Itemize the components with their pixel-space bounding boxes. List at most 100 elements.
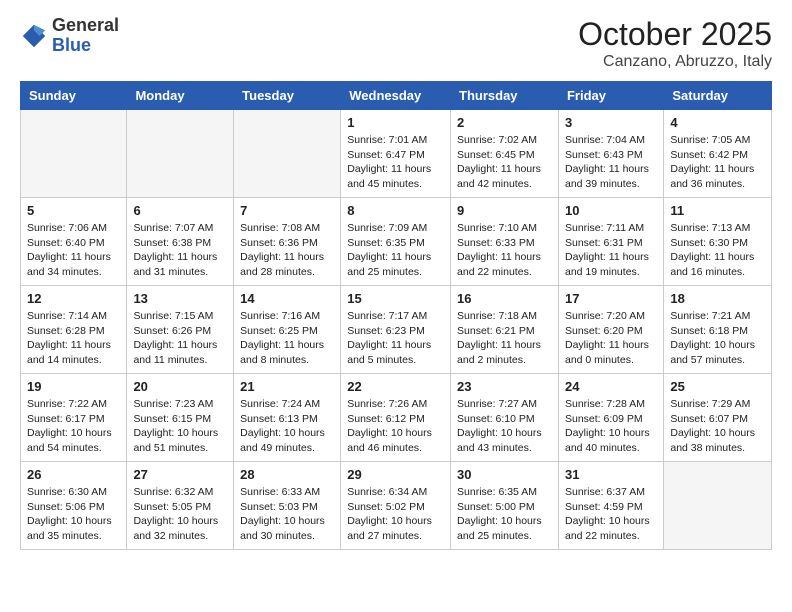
header: General Blue October 2025 Canzano, Abruz…: [20, 16, 772, 71]
calendar-cell: 20Sunrise: 7:23 AM Sunset: 6:15 PM Dayli…: [127, 374, 234, 462]
day-info: Sunrise: 6:37 AM Sunset: 4:59 PM Dayligh…: [565, 485, 657, 544]
day-number: 19: [27, 379, 120, 394]
page: General Blue October 2025 Canzano, Abruz…: [0, 0, 792, 566]
day-info: Sunrise: 7:18 AM Sunset: 6:21 PM Dayligh…: [457, 309, 552, 368]
calendar-cell: 6 Sunrise: 7:07 AM Sunset: 6:38 PM Daylig…: [127, 198, 234, 286]
day-info: Sunrise: 7:08 AM Sunset: 6:36 PM Dayligh…: [240, 221, 334, 280]
day-info: Sunrise: 7:15 AM Sunset: 6:26 PM Dayligh…: [133, 309, 227, 368]
week-row-1: 5 Sunrise: 7:06 AM Sunset: 6:40 PM Daylig…: [21, 198, 772, 286]
day-number: 25: [670, 379, 765, 394]
week-row-3: 19 Sunrise: 7:22 AM Sunset: 6:17 PM Dayli…: [21, 374, 772, 462]
col-friday: Friday: [558, 82, 663, 110]
calendar-cell: 18 Sunrise: 7:21 AM Sunset: 6:18 PM Dayli…: [664, 286, 772, 374]
day-number: 16: [457, 291, 552, 306]
day-number: 30: [457, 467, 552, 482]
calendar-table: Sunday Monday Tuesday Wednesday Thursday…: [20, 81, 772, 550]
day-info: Sunrise: 7:24 AM Sunset: 6:13 PM Dayligh…: [240, 397, 334, 456]
day-info: Sunrise: 7:22 AM Sunset: 6:17 PM Dayligh…: [27, 397, 120, 456]
calendar-cell: 1 Sunrise: 7:01 AM Sunset: 6:47 PM Daylig…: [341, 110, 451, 198]
day-number: 8: [347, 203, 444, 218]
day-number: 12: [27, 291, 120, 306]
day-number: 11: [670, 203, 765, 218]
day-number: 15: [347, 291, 444, 306]
day-number: 18: [670, 291, 765, 306]
day-info: Sunrise: 6:30 AM Sunset: 5:06 PM Dayligh…: [27, 485, 120, 544]
day-number: 31: [565, 467, 657, 482]
day-info: Sunrise: 7:14 AM Sunset: 6:28 PM Dayligh…: [27, 309, 120, 368]
logo-text: General Blue: [52, 16, 119, 56]
day-info: Sunrise: 6:32 AM Sunset: 5:05 PM Dayligh…: [133, 485, 227, 544]
calendar-cell: 31 Sunrise: 6:37 AM Sunset: 4:59 PM Dayli…: [558, 462, 663, 550]
calendar-cell: 13Sunrise: 7:15 AM Sunset: 6:26 PM Dayli…: [127, 286, 234, 374]
day-info: Sunrise: 7:10 AM Sunset: 6:33 PM Dayligh…: [457, 221, 552, 280]
day-info: Sunrise: 6:34 AM Sunset: 5:02 PM Dayligh…: [347, 485, 444, 544]
calendar-cell: 27Sunrise: 6:32 AM Sunset: 5:05 PM Dayli…: [127, 462, 234, 550]
col-thursday: Thursday: [451, 82, 559, 110]
day-info: Sunrise: 7:16 AM Sunset: 6:25 PM Dayligh…: [240, 309, 334, 368]
calendar-cell: 10 Sunrise: 7:11 AM Sunset: 6:31 PM Dayli…: [558, 198, 663, 286]
calendar-cell: [127, 110, 234, 198]
day-info: Sunrise: 7:21 AM Sunset: 6:18 PM Dayligh…: [670, 309, 765, 368]
calendar-cell: 11 Sunrise: 7:13 AM Sunset: 6:30 PM Dayli…: [664, 198, 772, 286]
day-number: 7: [240, 203, 334, 218]
calendar-cell: [234, 110, 341, 198]
calendar-cell: 9 Sunrise: 7:10 AM Sunset: 6:33 PM Daylig…: [451, 198, 559, 286]
calendar-cell: 2 Sunrise: 7:02 AM Sunset: 6:45 PM Daylig…: [451, 110, 559, 198]
logo: General Blue: [20, 16, 119, 56]
calendar-cell: 17Sunrise: 7:20 AM Sunset: 6:20 PM Dayli…: [558, 286, 663, 374]
day-info: Sunrise: 7:26 AM Sunset: 6:12 PM Dayligh…: [347, 397, 444, 456]
week-row-2: 12 Sunrise: 7:14 AM Sunset: 6:28 PM Dayli…: [21, 286, 772, 374]
calendar-cell: [21, 110, 127, 198]
calendar-cell: 26Sunrise: 6:30 AM Sunset: 5:06 PM Dayli…: [21, 462, 127, 550]
day-number: 24: [565, 379, 657, 394]
logo-general-label: General: [52, 16, 119, 36]
calendar-cell: 25 Sunrise: 7:29 AM Sunset: 6:07 PM Dayli…: [664, 374, 772, 462]
day-number: 20: [133, 379, 227, 394]
month-title: October 2025: [578, 16, 772, 53]
calendar-cell: 8 Sunrise: 7:09 AM Sunset: 6:35 PM Daylig…: [341, 198, 451, 286]
calendar-cell: 15 Sunrise: 7:17 AM Sunset: 6:23 PM Dayli…: [341, 286, 451, 374]
calendar-cell: 24 Sunrise: 7:28 AM Sunset: 6:09 PM Dayli…: [558, 374, 663, 462]
day-number: 6: [133, 203, 227, 218]
day-number: 17: [565, 291, 657, 306]
day-number: 1: [347, 115, 444, 130]
calendar-cell: 14 Sunrise: 7:16 AM Sunset: 6:25 PM Dayli…: [234, 286, 341, 374]
day-number: 10: [565, 203, 657, 218]
calendar-cell: [664, 462, 772, 550]
day-info: Sunrise: 7:06 AM Sunset: 6:40 PM Dayligh…: [27, 221, 120, 280]
day-info: Sunrise: 7:01 AM Sunset: 6:47 PM Dayligh…: [347, 133, 444, 192]
day-info: Sunrise: 7:29 AM Sunset: 6:07 PM Dayligh…: [670, 397, 765, 456]
day-number: 23: [457, 379, 552, 394]
day-number: 14: [240, 291, 334, 306]
week-row-4: 26Sunrise: 6:30 AM Sunset: 5:06 PM Dayli…: [21, 462, 772, 550]
day-number: 5: [27, 203, 120, 218]
day-number: 9: [457, 203, 552, 218]
day-info: Sunrise: 7:07 AM Sunset: 6:38 PM Dayligh…: [133, 221, 227, 280]
day-number: 3: [565, 115, 657, 130]
calendar-cell: 16 Sunrise: 7:18 AM Sunset: 6:21 PM Dayli…: [451, 286, 559, 374]
day-info: Sunrise: 7:02 AM Sunset: 6:45 PM Dayligh…: [457, 133, 552, 192]
calendar-cell: 21 Sunrise: 7:24 AM Sunset: 6:13 PM Dayli…: [234, 374, 341, 462]
day-info: Sunrise: 7:11 AM Sunset: 6:31 PM Dayligh…: [565, 221, 657, 280]
calendar-cell: 29 Sunrise: 6:34 AM Sunset: 5:02 PM Dayli…: [341, 462, 451, 550]
logo-blue-label: Blue: [52, 36, 119, 56]
day-number: 22: [347, 379, 444, 394]
calendar-cell: 7 Sunrise: 7:08 AM Sunset: 6:36 PM Daylig…: [234, 198, 341, 286]
calendar-cell: 5 Sunrise: 7:06 AM Sunset: 6:40 PM Daylig…: [21, 198, 127, 286]
day-info: Sunrise: 7:17 AM Sunset: 6:23 PM Dayligh…: [347, 309, 444, 368]
col-wednesday: Wednesday: [341, 82, 451, 110]
day-number: 28: [240, 467, 334, 482]
location: Canzano, Abruzzo, Italy: [578, 53, 772, 71]
day-info: Sunrise: 7:27 AM Sunset: 6:10 PM Dayligh…: [457, 397, 552, 456]
day-number: 29: [347, 467, 444, 482]
day-info: Sunrise: 7:04 AM Sunset: 6:43 PM Dayligh…: [565, 133, 657, 192]
day-info: Sunrise: 7:09 AM Sunset: 6:35 PM Dayligh…: [347, 221, 444, 280]
calendar-cell: 22 Sunrise: 7:26 AM Sunset: 6:12 PM Dayli…: [341, 374, 451, 462]
day-info: Sunrise: 7:13 AM Sunset: 6:30 PM Dayligh…: [670, 221, 765, 280]
calendar-cell: 12 Sunrise: 7:14 AM Sunset: 6:28 PM Dayli…: [21, 286, 127, 374]
day-info: Sunrise: 7:28 AM Sunset: 6:09 PM Dayligh…: [565, 397, 657, 456]
day-number: 21: [240, 379, 334, 394]
col-saturday: Saturday: [664, 82, 772, 110]
day-info: Sunrise: 6:33 AM Sunset: 5:03 PM Dayligh…: [240, 485, 334, 544]
day-number: 2: [457, 115, 552, 130]
